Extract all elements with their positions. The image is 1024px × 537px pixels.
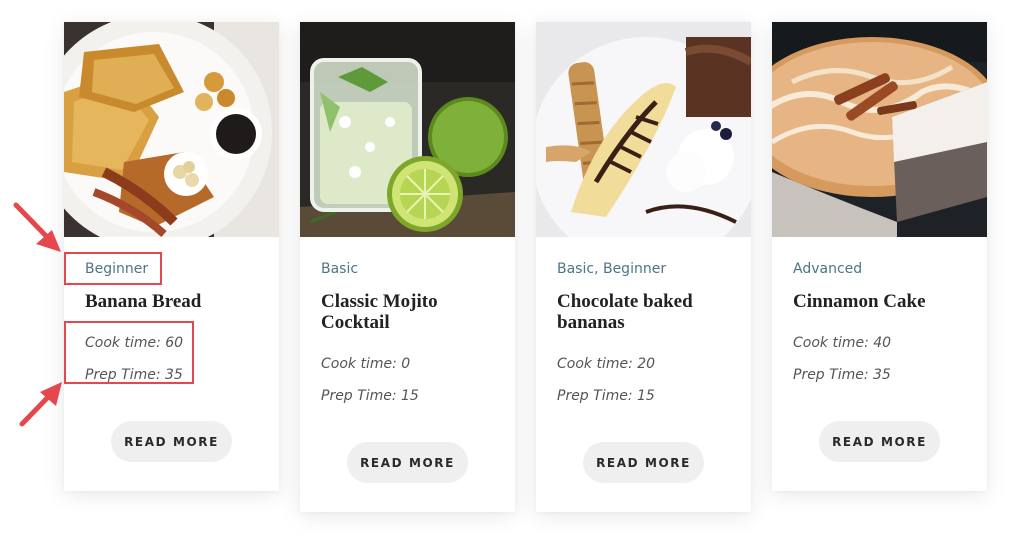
arrow-up-right-icon [19,382,62,427]
annotation-arrows [13,202,62,427]
arrow-down-right-icon [13,202,61,252]
